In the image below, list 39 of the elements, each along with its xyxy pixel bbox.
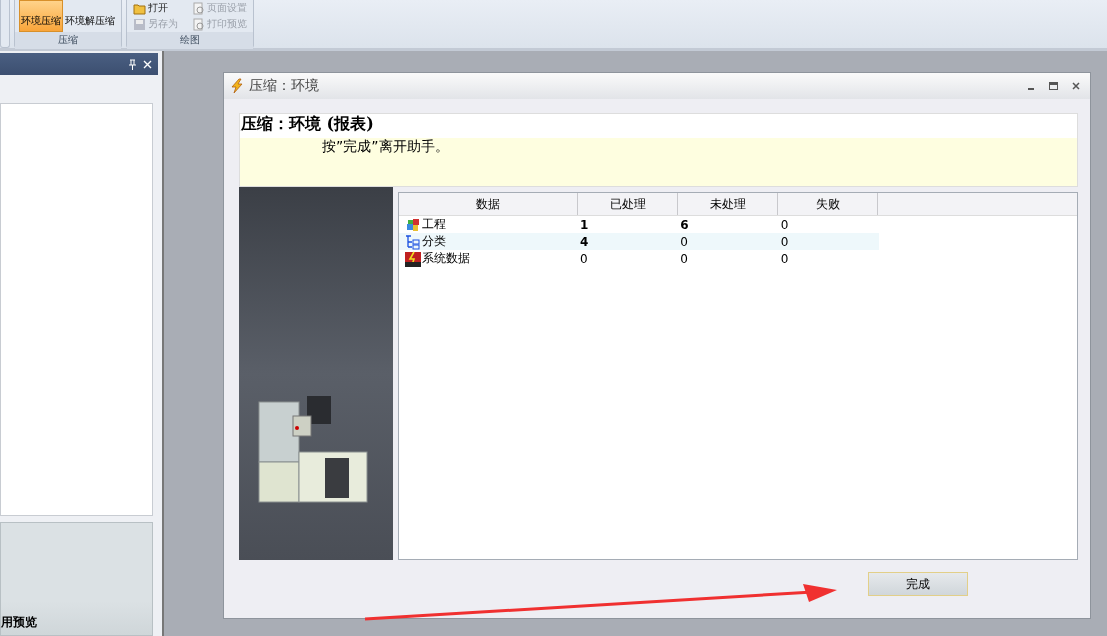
group-label: 压缩 xyxy=(15,32,121,49)
ribbon-button[interactable]: 环境压缩 xyxy=(19,0,63,32)
lightning-icon xyxy=(229,78,245,94)
column-header[interactable]: 数据 xyxy=(399,193,578,215)
table-row[interactable]: 系统数据 0 0 0 xyxy=(399,250,879,267)
table-cell-text: 6 xyxy=(679,216,690,233)
table-cell-text: 4 xyxy=(579,233,590,250)
column-header[interactable]: 已处理 xyxy=(578,193,678,215)
column-header[interactable]: 未处理 xyxy=(678,193,778,215)
page-icon xyxy=(192,1,205,15)
table-cell-text: 0 xyxy=(779,233,790,250)
folder-icon xyxy=(133,1,146,15)
table-cell-text: 1 xyxy=(579,216,590,233)
ribbon-button[interactable]: 环境解压缩 xyxy=(63,0,117,32)
table-cell-text: 0 xyxy=(779,216,790,233)
column-header[interactable]: 失败 xyxy=(778,193,878,215)
footer-label: 用预览 xyxy=(1,614,37,631)
table-cell: 分类 xyxy=(399,233,579,250)
close-icon[interactable] xyxy=(1072,82,1080,90)
group-label: 绘图 xyxy=(127,32,253,49)
page-icon xyxy=(192,17,205,31)
table-cell-text: 0 xyxy=(779,250,790,267)
finish-button[interactable]: 完成 xyxy=(868,572,968,596)
instruction-text: 按”完成”离开助手。 xyxy=(322,138,449,154)
pin-icon[interactable] xyxy=(128,58,137,70)
table-cell-text: 0 xyxy=(679,233,689,250)
wizard-heading: 压缩：环境 (报表) xyxy=(240,114,375,135)
maximize-icon[interactable] xyxy=(1049,82,1058,90)
app-logo-icon xyxy=(405,250,421,267)
tree-icon xyxy=(405,233,421,250)
ribbon-button[interactable]: 打开 xyxy=(131,0,180,16)
table-cell-text: 0 xyxy=(679,250,689,267)
cubes-icon xyxy=(405,216,421,233)
dialog-title: 压缩：环境 xyxy=(249,77,319,95)
table-row[interactable]: 工程 1 6 0 xyxy=(399,216,879,233)
table-cell: 工程 xyxy=(399,216,579,233)
table-cell: 系统数据 xyxy=(399,250,579,267)
table-cell-text: 0 xyxy=(579,250,589,267)
table-row[interactable]: 分类 4 0 0 xyxy=(399,233,879,250)
